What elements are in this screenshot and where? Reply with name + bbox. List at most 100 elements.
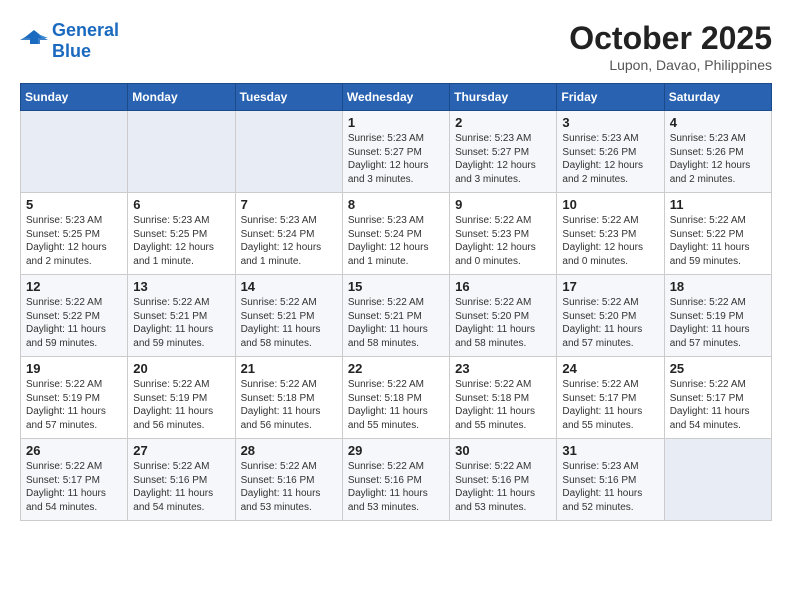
calendar-cell: 1 Sunrise: 5:23 AMSunset: 5:27 PMDaylight… — [342, 111, 449, 193]
day-number: 8 — [348, 197, 444, 212]
calendar-cell: 15Sunrise: 5:22 AMSunset: 5:21 PMDayligh… — [342, 275, 449, 357]
day-number: 2 — [455, 115, 551, 130]
calendar-header-cell: Friday — [557, 84, 664, 111]
calendar-cell: 27 Sunrise: 5:22 AMSunset: 5:16 PMDayligh… — [128, 439, 235, 521]
day-info: Sunrise: 5:22 AMSunset: 5:22 PMDaylight:… — [26, 296, 122, 350]
day-number: 24 — [562, 361, 658, 376]
day-info: Sunrise: 5:22 AMSunset: 5:20 PMDaylight:… — [455, 296, 551, 350]
calendar-cell: 10Sunrise: 5:22 AMSunset: 5:23 PMDayligh… — [557, 193, 664, 275]
calendar-cell — [128, 111, 235, 193]
day-number: 1 — [348, 115, 444, 130]
day-number: 15 — [348, 279, 444, 294]
calendar-header-cell: Sunday — [21, 84, 128, 111]
day-info: Sunrise: 5:22 AMSunset: 5:19 PMDaylight:… — [670, 296, 766, 350]
day-number: 9 — [455, 197, 551, 212]
calendar-cell: 9 Sunrise: 5:22 AMSunset: 5:23 PMDaylight… — [450, 193, 557, 275]
day-number: 18 — [670, 279, 766, 294]
day-info: Sunrise: 5:22 AMSunset: 5:17 PMDaylight:… — [562, 378, 658, 432]
day-info: Sunrise: 5:22 AMSunset: 5:19 PMDaylight:… — [133, 378, 229, 432]
calendar-cell: 19 Sunrise: 5:22 AMSunset: 5:19 PMDayligh… — [21, 357, 128, 439]
day-info: Sunrise: 5:22 AMSunset: 5:21 PMDaylight:… — [241, 296, 337, 350]
calendar-cell: 12 Sunrise: 5:22 AMSunset: 5:22 PMDayligh… — [21, 275, 128, 357]
location-subtitle: Lupon, Davao, Philippines — [569, 57, 772, 73]
calendar-header-row: SundayMondayTuesdayWednesdayThursdayFrid… — [21, 84, 772, 111]
calendar-cell: 18 Sunrise: 5:22 AMSunset: 5:19 PMDayligh… — [664, 275, 771, 357]
day-number: 5 — [26, 197, 122, 212]
calendar-cell: 31 Sunrise: 5:23 AMSunset: 5:16 PMDayligh… — [557, 439, 664, 521]
day-number: 23 — [455, 361, 551, 376]
day-number: 14 — [241, 279, 337, 294]
logo: General Blue — [20, 20, 119, 62]
day-info: Sunrise: 5:22 AMSunset: 5:16 PMDaylight:… — [241, 460, 337, 514]
calendar-cell: 11 Sunrise: 5:22 AMSunset: 5:22 PMDayligh… — [664, 193, 771, 275]
day-info: Sunrise: 5:23 AMSunset: 5:27 PMDaylight:… — [455, 132, 551, 186]
day-info: Sunrise: 5:22 AMSunset: 5:22 PMDaylight:… — [670, 214, 766, 268]
calendar-cell: 29Sunrise: 5:22 AMSunset: 5:16 PMDayligh… — [342, 439, 449, 521]
day-number: 16 — [455, 279, 551, 294]
day-info: Sunrise: 5:22 AMSunset: 5:23 PMDaylight:… — [455, 214, 551, 268]
day-number: 20 — [133, 361, 229, 376]
day-info: Sunrise: 5:22 AMSunset: 5:17 PMDaylight:… — [670, 378, 766, 432]
day-info: Sunrise: 5:23 AMSunset: 5:26 PMDaylight:… — [670, 132, 766, 186]
day-number: 31 — [562, 443, 658, 458]
calendar-cell: 4Sunrise: 5:23 AMSunset: 5:26 PMDaylight… — [664, 111, 771, 193]
calendar-cell: 3Sunrise: 5:23 AMSunset: 5:26 PMDaylight… — [557, 111, 664, 193]
day-info: Sunrise: 5:22 AMSunset: 5:18 PMDaylight:… — [348, 378, 444, 432]
calendar-cell: 16 Sunrise: 5:22 AMSunset: 5:20 PMDayligh… — [450, 275, 557, 357]
day-number: 19 — [26, 361, 122, 376]
calendar-header-cell: Thursday — [450, 84, 557, 111]
day-number: 28 — [241, 443, 337, 458]
calendar-header-cell: Tuesday — [235, 84, 342, 111]
day-info: Sunrise: 5:23 AMSunset: 5:25 PMDaylight:… — [26, 214, 122, 268]
day-info: Sunrise: 5:22 AMSunset: 5:19 PMDaylight:… — [26, 378, 122, 432]
calendar-cell: 30 Sunrise: 5:22 AMSunset: 5:16 PMDayligh… — [450, 439, 557, 521]
day-info: Sunrise: 5:22 AMSunset: 5:18 PMDaylight:… — [455, 378, 551, 432]
calendar-cell: 2 Sunrise: 5:23 AMSunset: 5:27 PMDaylight… — [450, 111, 557, 193]
calendar-cell: 25 Sunrise: 5:22 AMSunset: 5:17 PMDayligh… — [664, 357, 771, 439]
day-number: 12 — [26, 279, 122, 294]
calendar-cell — [664, 439, 771, 521]
day-info: Sunrise: 5:23 AMSunset: 5:25 PMDaylight:… — [133, 214, 229, 268]
calendar-header-cell: Saturday — [664, 84, 771, 111]
day-number: 11 — [670, 197, 766, 212]
day-number: 17 — [562, 279, 658, 294]
calendar-cell: 6Sunrise: 5:23 AMSunset: 5:25 PMDaylight… — [128, 193, 235, 275]
day-info: Sunrise: 5:22 AMSunset: 5:18 PMDaylight:… — [241, 378, 337, 432]
day-info: Sunrise: 5:23 AMSunset: 5:24 PMDaylight:… — [241, 214, 337, 268]
day-info: Sunrise: 5:22 AMSunset: 5:17 PMDaylight:… — [26, 460, 122, 514]
day-info: Sunrise: 5:23 AMSunset: 5:24 PMDaylight:… — [348, 214, 444, 268]
day-info: Sunrise: 5:23 AMSunset: 5:16 PMDaylight:… — [562, 460, 658, 514]
calendar-week-row: 26Sunrise: 5:22 AMSunset: 5:17 PMDayligh… — [21, 439, 772, 521]
day-number: 7 — [241, 197, 337, 212]
calendar-cell: 20 Sunrise: 5:22 AMSunset: 5:19 PMDayligh… — [128, 357, 235, 439]
day-number: 25 — [670, 361, 766, 376]
day-info: Sunrise: 5:23 AMSunset: 5:27 PMDaylight:… — [348, 132, 444, 186]
month-year-title: October 2025 — [569, 20, 772, 57]
calendar-cell: 24 Sunrise: 5:22 AMSunset: 5:17 PMDayligh… — [557, 357, 664, 439]
day-number: 27 — [133, 443, 229, 458]
day-info: Sunrise: 5:22 AMSunset: 5:16 PMDaylight:… — [133, 460, 229, 514]
calendar-week-row: 19 Sunrise: 5:22 AMSunset: 5:19 PMDayligh… — [21, 357, 772, 439]
calendar-cell: 28 Sunrise: 5:22 AMSunset: 5:16 PMDayligh… — [235, 439, 342, 521]
day-info: Sunrise: 5:22 AMSunset: 5:16 PMDaylight:… — [455, 460, 551, 514]
calendar-cell: 21Sunrise: 5:22 AMSunset: 5:18 PMDayligh… — [235, 357, 342, 439]
calendar-cell: 14 Sunrise: 5:22 AMSunset: 5:21 PMDayligh… — [235, 275, 342, 357]
calendar-cell: 8 Sunrise: 5:23 AMSunset: 5:24 PMDaylight… — [342, 193, 449, 275]
calendar-cell: 7 Sunrise: 5:23 AMSunset: 5:24 PMDaylight… — [235, 193, 342, 275]
calendar-cell: 17Sunrise: 5:22 AMSunset: 5:20 PMDayligh… — [557, 275, 664, 357]
day-number: 30 — [455, 443, 551, 458]
calendar-cell — [21, 111, 128, 193]
calendar-header-cell: Wednesday — [342, 84, 449, 111]
calendar-header-cell: Monday — [128, 84, 235, 111]
calendar-cell: 22Sunrise: 5:22 AMSunset: 5:18 PMDayligh… — [342, 357, 449, 439]
calendar-cell: 23 Sunrise: 5:22 AMSunset: 5:18 PMDayligh… — [450, 357, 557, 439]
calendar-cell: 26Sunrise: 5:22 AMSunset: 5:17 PMDayligh… — [21, 439, 128, 521]
day-number: 10 — [562, 197, 658, 212]
page-header: General Blue October 2025 Lupon, Davao, … — [20, 20, 772, 73]
day-number: 3 — [562, 115, 658, 130]
logo-icon — [20, 30, 48, 52]
calendar-table: SundayMondayTuesdayWednesdayThursdayFrid… — [20, 83, 772, 521]
calendar-cell: 13Sunrise: 5:22 AMSunset: 5:21 PMDayligh… — [128, 275, 235, 357]
day-info: Sunrise: 5:22 AMSunset: 5:21 PMDaylight:… — [133, 296, 229, 350]
logo-text: General Blue — [52, 20, 119, 62]
